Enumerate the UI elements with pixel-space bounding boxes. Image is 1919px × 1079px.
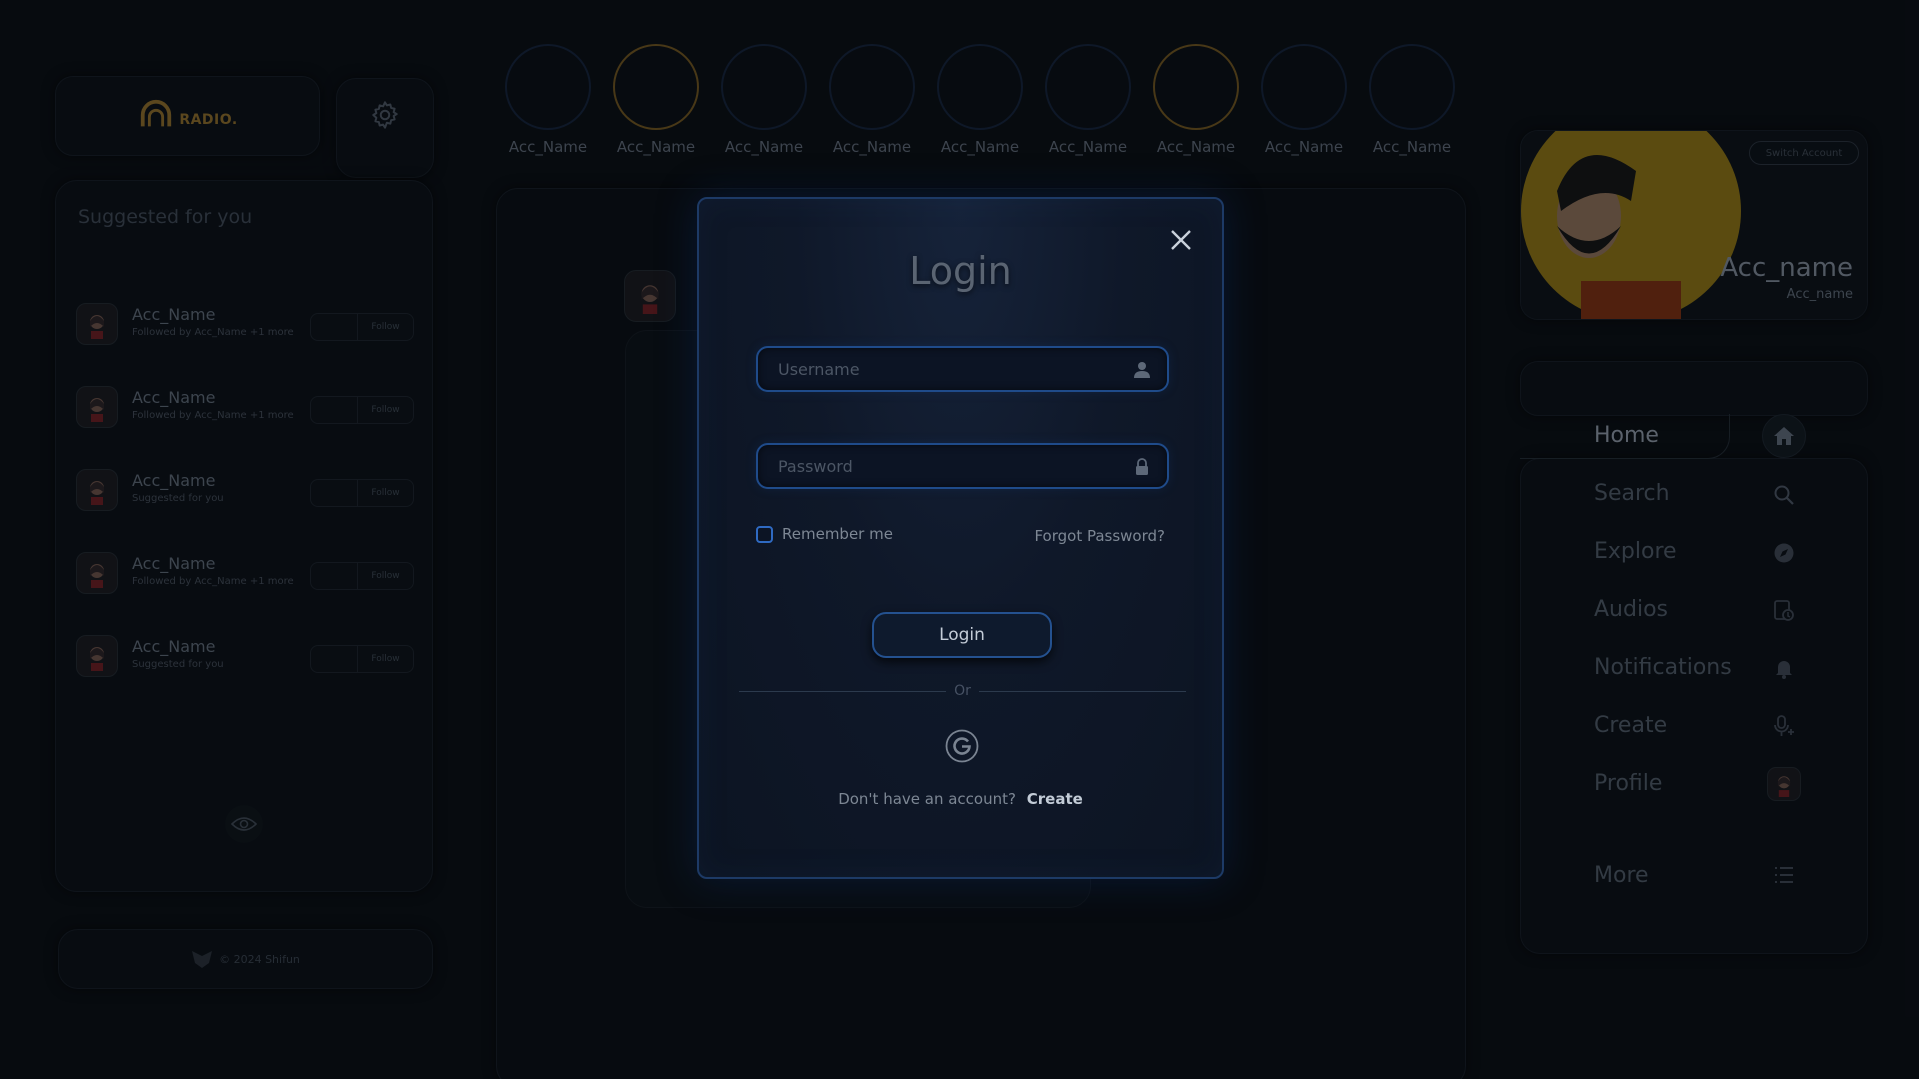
- login-button[interactable]: Login: [872, 612, 1052, 658]
- password-field[interactable]: [756, 443, 1169, 489]
- google-icon: [945, 729, 979, 763]
- login-modal: Login Remember me Forgot Password? Login…: [697, 197, 1224, 879]
- password-input[interactable]: [758, 445, 1167, 487]
- google-login-button[interactable]: [944, 728, 980, 764]
- user-icon: [1134, 362, 1150, 378]
- lock-icon: [1136, 458, 1148, 475]
- divider-line: [978, 690, 1186, 692]
- close-icon: [1171, 230, 1191, 250]
- remember-me-checkbox[interactable]: [756, 525, 773, 543]
- username-input[interactable]: [758, 348, 1167, 390]
- or-divider: Or: [739, 683, 1186, 699]
- modal-title: Login: [909, 249, 1012, 293]
- signup-prompt: Don't have an account?: [838, 790, 1016, 808]
- signup-row: Don't have an account? Create: [699, 790, 1222, 808]
- remember-me-label: Remember me: [782, 525, 893, 543]
- create-account-link[interactable]: Create: [1027, 790, 1083, 808]
- divider-line: [739, 690, 947, 692]
- remember-me[interactable]: Remember me: [756, 525, 893, 543]
- username-field[interactable]: [756, 346, 1169, 392]
- or-text: Or: [954, 683, 971, 699]
- forgot-password-link[interactable]: Forgot Password?: [1034, 527, 1165, 545]
